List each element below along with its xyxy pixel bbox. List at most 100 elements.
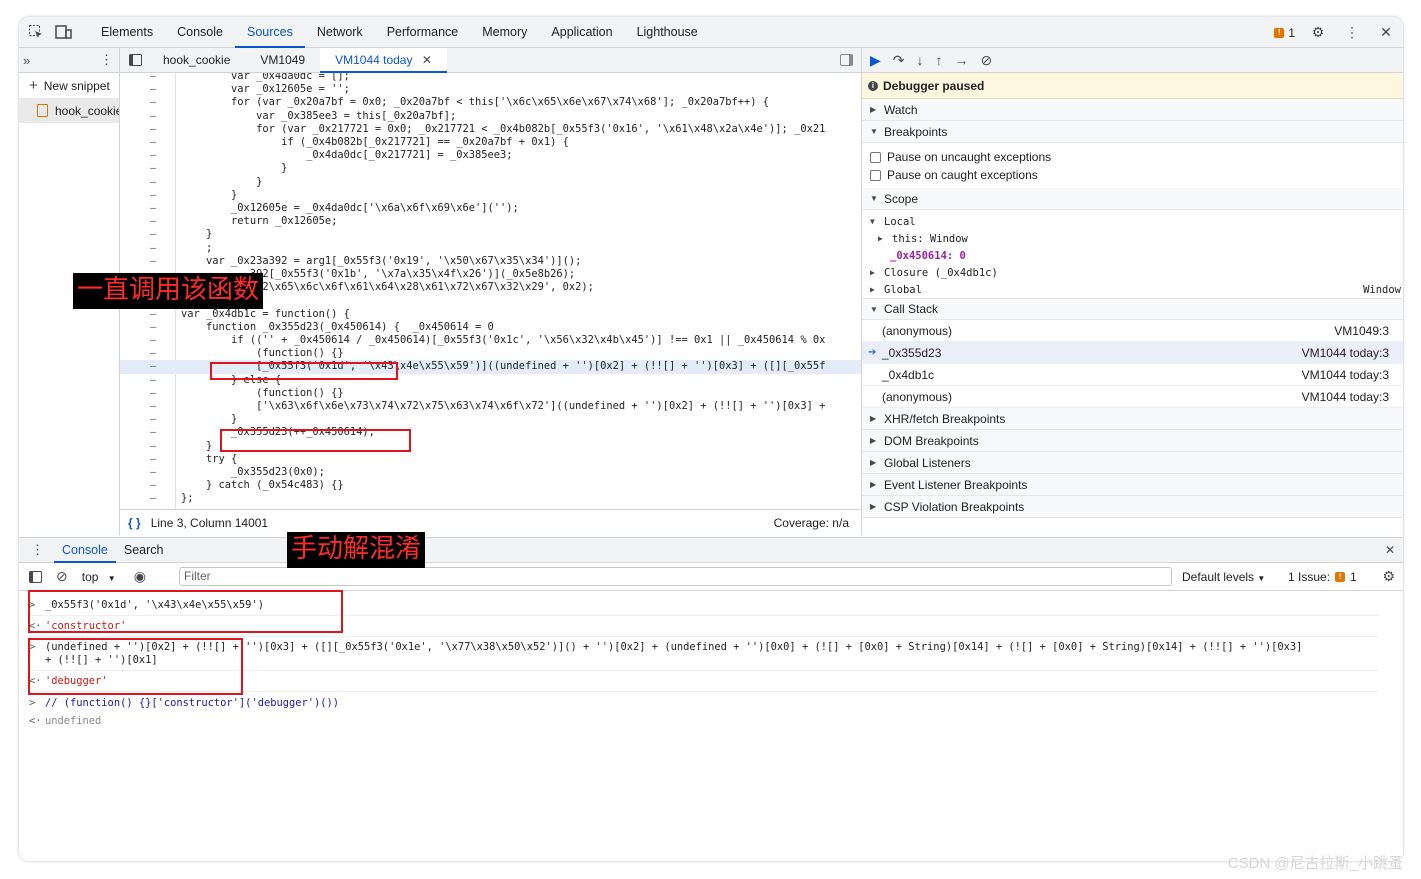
- toggle-navigator-icon[interactable]: [129, 54, 142, 66]
- issues-counter[interactable]: 1 Issue: ! 1: [1288, 570, 1357, 584]
- new-snippet-button[interactable]: + New snippet: [19, 73, 119, 98]
- step-out-icon[interactable]: ↑: [936, 52, 943, 68]
- tab-lighthouse[interactable]: Lighthouse: [625, 17, 710, 48]
- resume-icon[interactable]: ▶︎: [870, 52, 881, 69]
- tab-console[interactable]: Console: [165, 17, 235, 48]
- toggle-debugger-sidebar-icon[interactable]: [840, 54, 853, 66]
- section-scope[interactable]: ▼ Scope: [862, 188, 1403, 210]
- line-marker[interactable]: –: [150, 202, 156, 215]
- line-marker[interactable]: –: [150, 400, 156, 413]
- settings-gear-icon[interactable]: ⚙: [1307, 22, 1329, 44]
- line-marker[interactable]: –: [150, 176, 156, 189]
- line-marker[interactable]: –: [150, 83, 156, 96]
- log-levels-dropdown[interactable]: Default levels ▼: [1182, 570, 1265, 584]
- line-marker[interactable]: –: [150, 413, 156, 426]
- line-marker[interactable]: –: [150, 189, 156, 202]
- scope-closure[interactable]: ▶ Closure (_0x4db1c): [862, 264, 1403, 281]
- section-csp-breakpoints[interactable]: ▶ CSP Violation Breakpoints: [862, 496, 1403, 518]
- section-xhr-breakpoints[interactable]: ▶ XHR/fetch Breakpoints: [862, 408, 1403, 430]
- editor-tab-vm1044[interactable]: VM1044 today ✕: [320, 47, 447, 73]
- scope-local[interactable]: ▼ Local: [862, 213, 1403, 230]
- inspect-element-icon[interactable]: [25, 21, 47, 43]
- line-marker[interactable]: –: [150, 440, 156, 453]
- editor-tab-vm1049[interactable]: VM1049: [245, 48, 320, 73]
- section-call-stack[interactable]: ▼ Call Stack: [862, 298, 1403, 320]
- section-dom-breakpoints[interactable]: ▶ DOM Breakpoints: [862, 430, 1403, 452]
- annotation-box-call: [210, 362, 398, 380]
- call-frame[interactable]: _0x4db1c VM1044 today:3: [862, 364, 1403, 386]
- line-marker[interactable]: –: [150, 492, 156, 505]
- console-input-text: // (function() {}['constructor']('debugg…: [45, 697, 340, 709]
- line-marker[interactable]: –: [150, 73, 156, 83]
- pause-caught-checkbox[interactable]: Pause on caught exceptions: [862, 166, 1403, 184]
- line-marker[interactable]: –: [150, 360, 156, 373]
- line-marker[interactable]: –: [150, 215, 156, 228]
- line-marker[interactable]: –: [150, 242, 156, 255]
- live-expression-eye-icon[interactable]: ◉: [134, 568, 146, 585]
- line-marker[interactable]: –: [150, 123, 156, 136]
- checkbox-box[interactable]: [870, 151, 881, 163]
- step-into-icon[interactable]: ↓: [917, 52, 924, 68]
- close-devtools-icon[interactable]: ✕: [1375, 22, 1397, 44]
- line-marker[interactable]: –: [150, 374, 156, 387]
- line-marker[interactable]: –: [150, 149, 156, 162]
- line-marker[interactable]: –: [150, 136, 156, 149]
- checkbox-box[interactable]: [870, 169, 881, 181]
- call-frame-location: VM1044 today:3: [1301, 345, 1389, 360]
- line-marker[interactable]: –: [150, 96, 156, 109]
- context-selector[interactable]: top ▼: [82, 570, 116, 584]
- pretty-print-icon[interactable]: { }: [128, 516, 141, 530]
- line-marker[interactable]: –: [150, 426, 156, 439]
- clear-console-icon[interactable]: ⊘: [56, 568, 68, 585]
- line-marker[interactable]: –: [150, 479, 156, 492]
- call-frame[interactable]: (anonymous) VM1049:3: [862, 320, 1403, 342]
- line-marker[interactable]: –: [150, 321, 156, 334]
- call-frame-name: (anonymous): [882, 389, 953, 404]
- navigator-menu-icon[interactable]: ⋮: [100, 52, 113, 68]
- line-marker[interactable]: –: [150, 110, 156, 123]
- close-drawer-icon[interactable]: ✕: [1385, 543, 1395, 557]
- pause-uncaught-checkbox[interactable]: Pause on uncaught exceptions: [862, 148, 1403, 166]
- deactivate-breakpoints-icon[interactable]: ⊘: [981, 52, 993, 69]
- device-toolbar-icon[interactable]: [53, 21, 75, 43]
- tab-sources[interactable]: Sources: [234, 17, 305, 48]
- tab-performance[interactable]: Performance: [375, 17, 471, 48]
- close-tab-icon[interactable]: ✕: [422, 53, 432, 67]
- more-tabs-chevron-icon[interactable]: »: [23, 53, 30, 68]
- section-breakpoints[interactable]: ▼ Breakpoints: [862, 121, 1403, 143]
- line-marker[interactable]: –: [150, 334, 156, 347]
- more-options-icon[interactable]: ⋮: [1341, 22, 1363, 44]
- line-marker[interactable]: –: [150, 162, 156, 175]
- tab-network[interactable]: Network: [305, 17, 375, 48]
- console-filter-input[interactable]: Filter: [179, 567, 1172, 586]
- console-sidebar-icon[interactable]: [29, 570, 42, 583]
- editor-tab-hook-cookie[interactable]: hook_cookie: [148, 48, 245, 73]
- scope-this[interactable]: ▶ this: Window: [862, 230, 1403, 247]
- step-icon[interactable]: →: [955, 52, 969, 68]
- call-frame-current[interactable]: ➔ _0x355d23 VM1044 today:3: [862, 342, 1403, 364]
- step-over-icon[interactable]: ↷: [893, 52, 905, 69]
- drawer-tab-console[interactable]: Console: [54, 537, 116, 563]
- line-marker[interactable]: –: [150, 453, 156, 466]
- tab-elements[interactable]: Elements: [89, 17, 165, 48]
- drawer-menu-icon[interactable]: ⋮: [31, 542, 44, 558]
- section-watch[interactable]: ▶ Watch: [862, 99, 1403, 121]
- code-line: – (function() {}: [120, 387, 861, 400]
- section-event-listener-breakpoints[interactable]: ▶ Event Listener Breakpoints: [862, 474, 1403, 496]
- line-marker[interactable]: –: [150, 466, 156, 479]
- code-line: – if (_0x4b082b[_0x217721] == _0x20a7bf …: [120, 136, 861, 149]
- call-frame[interactable]: (anonymous) VM1044 today:3: [862, 386, 1403, 408]
- console-settings-gear-icon[interactable]: ⚙: [1382, 568, 1395, 585]
- line-marker[interactable]: –: [150, 347, 156, 360]
- line-marker[interactable]: –: [150, 387, 156, 400]
- line-marker[interactable]: –: [150, 308, 156, 321]
- line-marker[interactable]: –: [150, 255, 156, 268]
- tab-application[interactable]: Application: [539, 17, 624, 48]
- tab-memory[interactable]: Memory: [470, 17, 539, 48]
- drawer-tab-search[interactable]: Search: [116, 537, 172, 563]
- snippet-file-item[interactable]: hook_cookie: [19, 98, 119, 123]
- section-global-listeners[interactable]: ▶ Global Listeners: [862, 452, 1403, 474]
- issues-badge[interactable]: ! 1: [1274, 26, 1295, 40]
- scope-global[interactable]: ▶ Global Window: [862, 281, 1403, 298]
- line-marker[interactable]: –: [150, 228, 156, 241]
